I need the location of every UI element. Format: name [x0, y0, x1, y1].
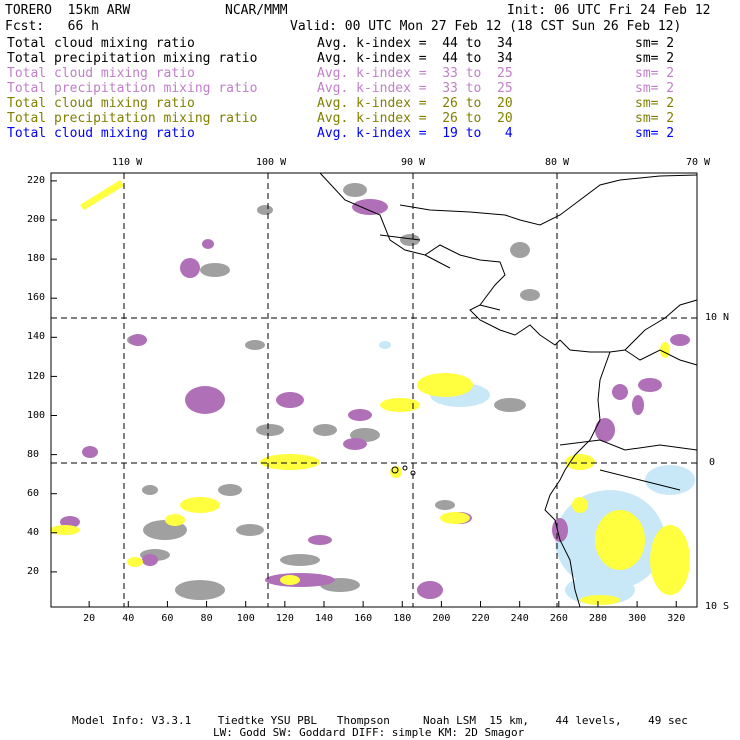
- bottom-axis-label: 120: [275, 613, 294, 624]
- bottom-axis-label: 140: [314, 613, 334, 624]
- left-axis-label: 140: [27, 331, 46, 343]
- bottom-axis-label: 200: [432, 613, 451, 624]
- left-axis-label: 20: [27, 566, 40, 577]
- top-axis-label: 110 W: [112, 157, 143, 168]
- bottom-axis-label: 180: [393, 613, 412, 624]
- bottom-axis-label: 320: [667, 613, 686, 624]
- left-axis-label: 220: [27, 175, 46, 186]
- footer-line-2: LW: Godd SW: Goddard DIFF: simple KM: 2D…: [213, 726, 525, 739]
- left-axis-label: 160: [27, 292, 46, 304]
- right-axis-label: 0: [709, 457, 716, 468]
- left-axis-label: 120: [27, 370, 46, 382]
- right-axis-label: 10 S: [705, 601, 730, 612]
- bottom-axis-label: 220: [471, 613, 490, 624]
- left-axis-label: 100: [27, 409, 46, 421]
- bottom-axis-label: 280: [588, 613, 608, 624]
- top-axis-label: 100 W: [256, 157, 287, 168]
- bottom-axis-label: 160: [354, 613, 373, 624]
- bottom-axis-label: 240: [510, 613, 529, 624]
- bottom-axis-label: 60: [161, 613, 174, 624]
- bottom-axis-label: 40: [122, 613, 135, 624]
- left-axis-label: 60: [27, 487, 40, 499]
- top-axis-label: 70 W: [686, 157, 711, 168]
- top-axis-label: 90 W: [401, 157, 426, 168]
- bottom-axis-label: 20: [83, 613, 96, 624]
- map-plot: [50, 172, 698, 608]
- left-axis-label: 200: [27, 214, 46, 226]
- bottom-axis-label: 100: [236, 613, 255, 624]
- bottom-axis-label: 260: [549, 613, 568, 624]
- top-axis-label: 80 W: [545, 157, 570, 168]
- left-axis-label: 180: [27, 253, 46, 265]
- left-axis-label: 40: [27, 526, 40, 538]
- right-axis-label: 10 N: [705, 312, 730, 323]
- bottom-axis-label: 300: [628, 613, 647, 624]
- left-axis-label: 80: [27, 448, 40, 460]
- bottom-axis-label: 80: [200, 613, 213, 624]
